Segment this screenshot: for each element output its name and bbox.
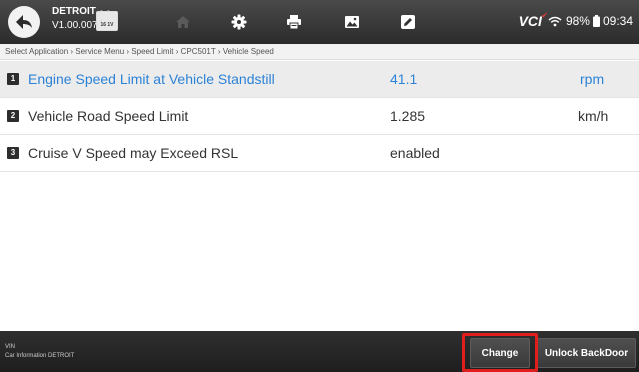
wifi-icon [548, 16, 562, 26]
top-toolbar: DETROIT V1.00.007 • • • 16 1V VCI ✔ 98% … [0, 0, 639, 44]
status-area: VCI ✔ 98% 09:34 [518, 11, 633, 29]
parameter-row[interactable]: 3 Cruise V Speed may Exceed RSL enabled [0, 135, 639, 172]
clock: 09:34 [602, 14, 633, 28]
bottom-toolbar: VIN Car Information DETROIT Change Unloc… [0, 331, 639, 372]
unlock-backdoor-button[interactable]: Unlock BackDoor [537, 338, 636, 368]
vci-indicator: VCI ✔ [518, 11, 548, 29]
vci-label: VCI [518, 13, 542, 29]
app-info: DETROIT V1.00.007 [52, 7, 98, 31]
parameter-row[interactable]: 1 Engine Speed Limit at Vehicle Standsti… [0, 61, 639, 98]
parameter-row[interactable]: 2 Vehicle Road Speed Limit 1.285 km/h [0, 98, 639, 135]
row-index: 3 [7, 147, 19, 159]
parameter-name: Vehicle Road Speed Limit [28, 108, 189, 124]
edit-icon [401, 15, 415, 29]
parameter-name: Cruise V Speed may Exceed RSL [28, 145, 239, 161]
highlight-box [462, 333, 538, 372]
back-button[interactable] [8, 6, 40, 38]
settings-button[interactable] [228, 11, 250, 33]
vin-label: VIN [5, 344, 16, 350]
screenshot-button[interactable] [341, 11, 363, 33]
print-button[interactable] [283, 11, 305, 33]
app-version: V1.00.007 [52, 20, 98, 31]
breadcrumb: Select Application › Service Menu › Spee… [0, 44, 639, 60]
row-index: 1 [7, 73, 19, 85]
diagnostic-screen: DETROIT V1.00.007 • • • 16 1V VCI ✔ 98% … [0, 0, 639, 372]
parameter-list: 1 Engine Speed Limit at Vehicle Standsti… [0, 61, 639, 172]
row-index: 2 [7, 110, 19, 122]
home-icon [176, 16, 190, 28]
vehicle-info: VIN Car Information DETROIT [5, 343, 74, 361]
print-icon [287, 15, 301, 30]
battery-icon [592, 15, 600, 27]
edit-button[interactable] [397, 11, 419, 33]
image-icon [345, 16, 359, 28]
parameter-unit: rpm [580, 71, 605, 87]
parameter-unit: km/h [578, 108, 609, 124]
car-information: Car Information DETROIT [5, 353, 75, 359]
battery-percent: 98% [565, 14, 590, 28]
app-name: DETROIT [52, 6, 96, 17]
parameter-value: 1.285 [390, 108, 426, 124]
parameter-value: enabled [390, 145, 440, 161]
settings-gear-icon [231, 14, 247, 30]
home-button[interactable] [172, 11, 194, 33]
parameter-value: 41.1 [390, 71, 418, 87]
parameter-name: Engine Speed Limit at Vehicle Standstill [28, 71, 275, 87]
vehicle-badge-icon: • • • 16 1V [96, 7, 118, 31]
back-arrow-icon [16, 15, 32, 29]
